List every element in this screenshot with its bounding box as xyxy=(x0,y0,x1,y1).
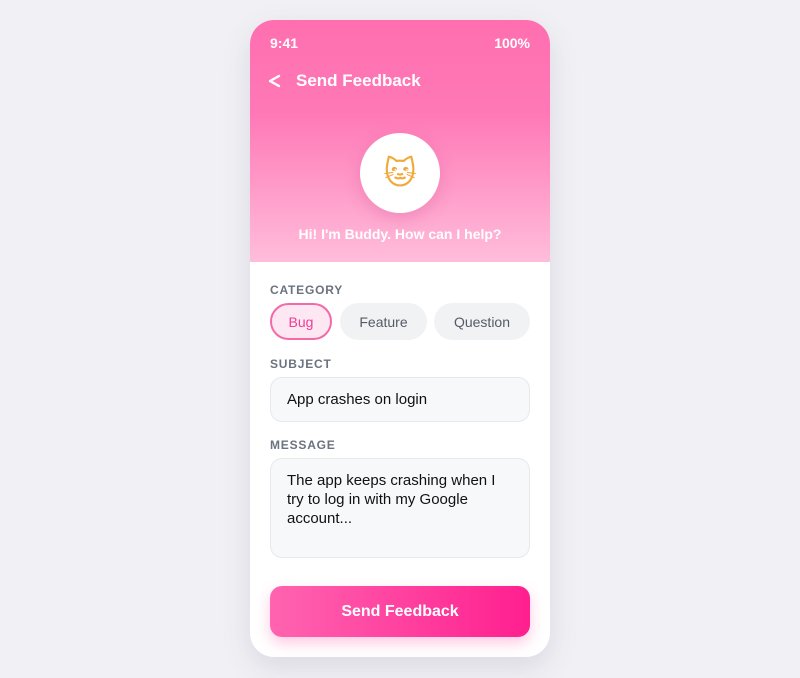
category-label: CATEGORY xyxy=(270,283,344,297)
mascot-avatar: 🐱 xyxy=(360,133,440,213)
status-time: 9:41 xyxy=(270,35,299,51)
cat-face-icon: 🐱 xyxy=(383,154,417,192)
category-chip-question[interactable]: Question xyxy=(434,303,530,340)
status-battery: 100% xyxy=(494,35,530,51)
subject-input[interactable]: App crashes on login xyxy=(270,377,530,422)
header-banner: 9:41 100% Send Feedback 🐱 Hi! I'm Buddy.… xyxy=(250,20,550,262)
phone-frame: 9:41 100% Send Feedback 🐱 Hi! I'm Buddy.… xyxy=(250,20,550,657)
send-feedback-button[interactable]: Send Feedback xyxy=(270,586,530,637)
message-textarea-value: The app keeps crashing when I try to log… xyxy=(287,472,496,527)
subject-label: SUBJECT xyxy=(270,357,332,371)
message-textarea[interactable]: The app keeps crashing when I try to log… xyxy=(270,458,530,558)
message-label: MESSAGE xyxy=(270,438,336,452)
subject-input-value: App crashes on login xyxy=(287,391,428,408)
mascot-greeting: Hi! I'm Buddy. How can I help? xyxy=(298,226,502,242)
category-chip-label: Feature xyxy=(359,313,408,330)
chevron-left-icon[interactable] xyxy=(266,72,284,90)
category-chip-feature[interactable]: Feature xyxy=(340,303,427,340)
category-chip-label: Bug xyxy=(288,313,314,330)
category-chip-label: Question xyxy=(453,313,511,330)
send-feedback-button-label: Send Feedback xyxy=(341,602,459,620)
page-title: Send Feedback xyxy=(296,71,421,90)
category-chip-bug[interactable]: Bug xyxy=(270,303,332,340)
